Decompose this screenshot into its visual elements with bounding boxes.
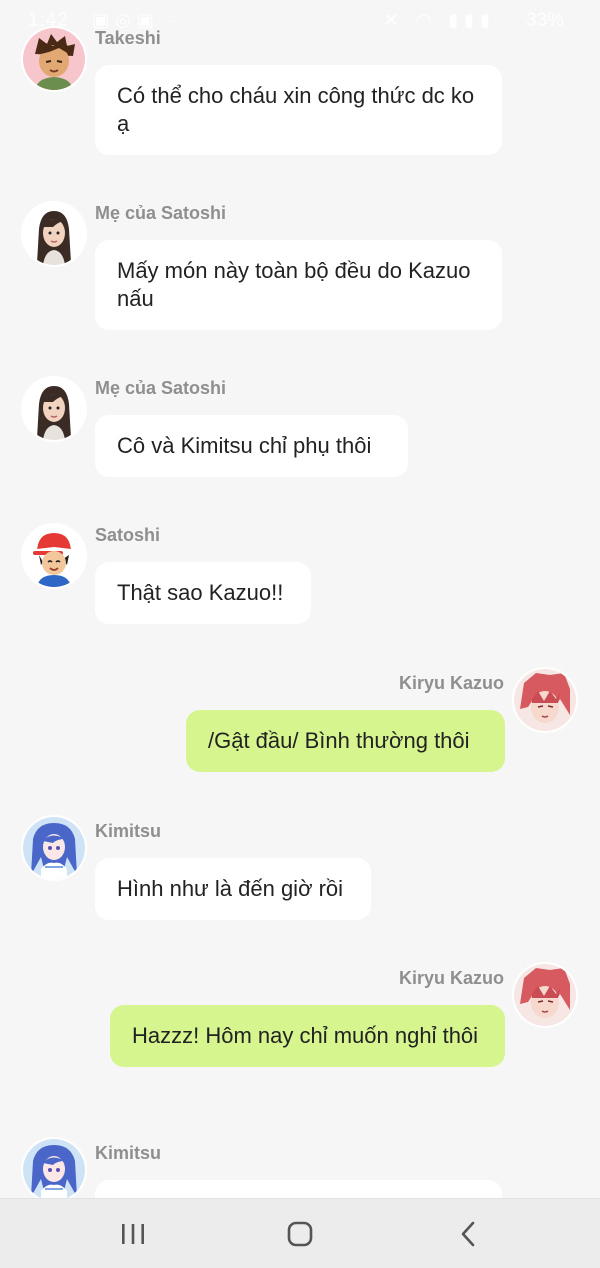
message-bubble[interactable]: Mấy món này toàn bộ đều do Kazuo nấu (95, 240, 502, 330)
satoshi-avatar[interactable] (23, 525, 85, 587)
home-icon (287, 1221, 313, 1246)
navigation-bar (0, 1198, 600, 1268)
message-bubble[interactable]: Hình như là đến giờ rồi (95, 858, 371, 920)
status-bar: 1:42 ▣◎▣ · ✕ ◠ ▮▮▮ 33% (0, 0, 600, 44)
kazuo-avatar[interactable] (514, 669, 576, 731)
message-bubble[interactable]: Có thể cho cháu xin công thức dc ko ạ (95, 65, 502, 155)
message-bubble[interactable] (95, 1180, 502, 1198)
sender-name: Mẹ của Satoshi (95, 203, 227, 223)
back-button[interactable] (428, 1199, 508, 1268)
message-bubble[interactable]: /Gật đầu/ Bình thường thôi (186, 710, 505, 772)
signal-icons: ✕ ◠ ▮▮▮ (383, 10, 496, 30)
battery-level: 33% (525, 10, 564, 31)
sender-name: Mẹ của Satoshi (95, 378, 227, 398)
sender-name: Kiryu Kazuo (398, 968, 504, 988)
message-bubble[interactable]: Hazzz! Hôm nay chỉ muốn nghỉ thôi (110, 1005, 505, 1067)
sender-name: Kimitsu (95, 1143, 162, 1163)
kazuo-avatar[interactable] (514, 964, 576, 1026)
sender-name: Satoshi (95, 525, 161, 545)
recents-button[interactable] (93, 1199, 173, 1268)
home-button[interactable] (260, 1199, 340, 1268)
status-time: 1:42 (28, 10, 69, 31)
kimitsu-avatar[interactable] (23, 1139, 85, 1198)
chat-area[interactable]: Takeshi Có thể cho cháu xin công thức dc… (0, 0, 600, 1198)
notification-icons: ▣◎▣ · (92, 10, 183, 30)
kimitsu-avatar[interactable] (23, 817, 85, 879)
sender-name: Kimitsu (95, 821, 162, 841)
satoshi-mom-avatar[interactable] (23, 203, 85, 265)
satoshi-mom-avatar[interactable] (23, 378, 85, 440)
recents-icon (122, 1223, 144, 1244)
sender-name: Kiryu Kazuo (398, 673, 504, 693)
message-bubble[interactable]: Cô và Kimitsu chỉ phụ thôi (95, 415, 408, 477)
back-icon (461, 1221, 475, 1246)
message-bubble[interactable]: Thật sao Kazuo!! (95, 562, 311, 624)
